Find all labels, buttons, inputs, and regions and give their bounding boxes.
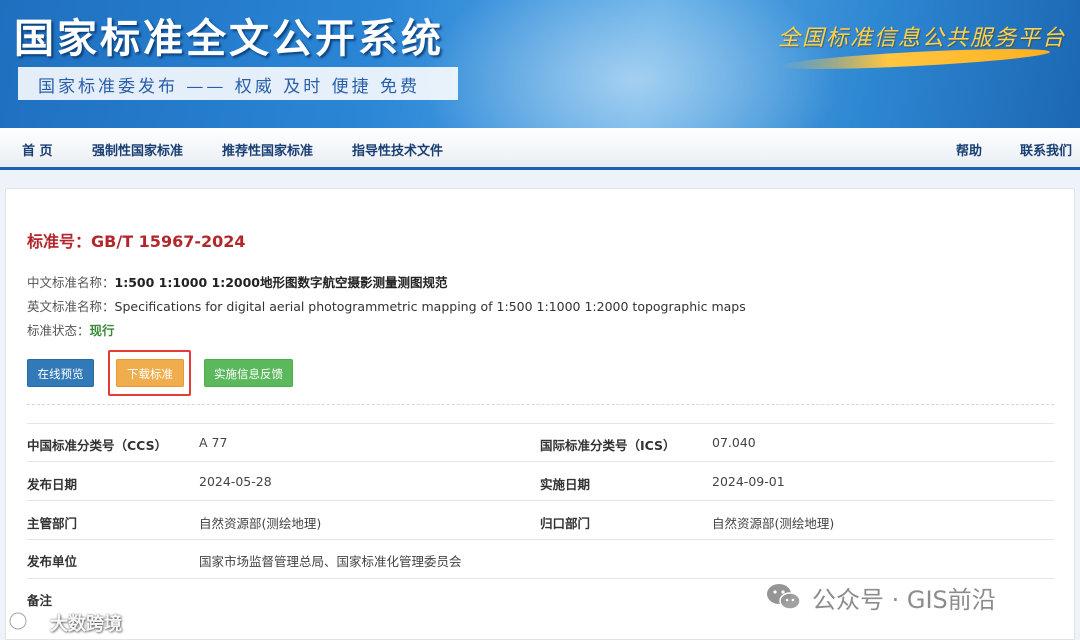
preview-online-button[interactable]: 在线预览 — [27, 359, 94, 387]
table-border — [27, 539, 1054, 540]
implement-date-label: 实施日期 — [540, 477, 591, 492]
slogan-bar: 国家标准委发布 —— 权威 及时 便捷 免费 — [18, 67, 458, 100]
competent-dept-label: 主管部门 — [27, 516, 78, 531]
responsible-dept-label: 归口部门 — [540, 516, 591, 531]
nav-home[interactable]: 首 页 — [22, 140, 53, 159]
nav-mandatory-standards[interactable]: 强制性国家标准 — [92, 140, 183, 159]
responsible-dept-value: 自然资源部(测绘地理) — [712, 516, 835, 531]
en-name-row: 英文标准名称：Specifications for digital aerial… — [27, 296, 746, 315]
issuer-label: 发布单位 — [27, 554, 78, 569]
publish-date-value: 2024-05-28 — [199, 474, 272, 489]
cn-name-label: 中文标准名称： — [27, 275, 115, 290]
en-name-label: 英文标准名称： — [27, 299, 115, 314]
platform-name: 全国标准信息公共服务平台 — [778, 26, 1067, 51]
watermark-right-text: 公众号 · GIS前沿 — [812, 586, 996, 614]
status-label: 标准状态： — [27, 323, 90, 338]
publish-date-label: 发布日期 — [27, 477, 78, 492]
nav-contact[interactable]: 联系我们 — [1020, 140, 1072, 159]
en-name-value: Specifications for digital aerial photog… — [114, 299, 746, 314]
section-divider — [27, 404, 1054, 405]
remarks-label: 备注 — [27, 593, 53, 608]
slogan-text: 国家标准委发布 —— 权威 及时 便捷 免费 — [38, 77, 421, 97]
competent-dept-value: 自然资源部(测绘地理) — [199, 516, 322, 531]
ccs-value: A 77 — [199, 435, 228, 450]
standard-number-label: 标准号： — [27, 232, 92, 251]
standard-number-heading: 标准号：GB/T 15967-2024 — [27, 228, 246, 252]
cn-name-row: 中文标准名称：1:500 1:1000 1:2000地形图数字航空摄影测量测图规… — [27, 272, 447, 291]
issuer-value: 国家市场监督管理总局、国家标准化管理委员会 — [199, 554, 462, 569]
download-standard-button[interactable]: 下载标准 — [116, 359, 184, 387]
site-title: 国家标准全文公开系统 — [14, 15, 444, 62]
table-border — [27, 461, 1054, 462]
watermark-logo-icon — [8, 611, 42, 631]
watermark-left-text: 大数跨境 — [50, 614, 122, 635]
ics-value: 07.040 — [712, 435, 756, 450]
status-value: 现行 — [89, 323, 115, 338]
status-row: 标准状态：现行 — [27, 320, 115, 339]
table-border — [27, 578, 1054, 579]
standard-detail-panel: 标准号：GB/T 15967-2024 中文标准名称：1:500 1:1000 … — [5, 188, 1075, 640]
table-border — [27, 500, 1054, 501]
implementation-feedback-button[interactable]: 实施信息反馈 — [204, 359, 293, 387]
nav-help[interactable]: 帮助 — [956, 140, 982, 159]
banner-glow — [420, 0, 840, 128]
ics-label: 国际标准分类号（ICS） — [540, 438, 676, 453]
standard-number: GB/T 15967-2024 — [91, 232, 246, 251]
nav-guidance-documents[interactable]: 指导性技术文件 — [352, 140, 443, 159]
main-nav: 首 页 强制性国家标准 推荐性国家标准 指导性技术文件 帮助 联系我们 — [0, 128, 1080, 170]
table-border — [27, 423, 1054, 424]
wechat-icon — [767, 584, 801, 610]
cn-name-value: 1:500 1:1000 1:2000地形图数字航空摄影测量测图规范 — [114, 275, 448, 290]
nav-recommended-standards[interactable]: 推荐性国家标准 — [222, 140, 313, 159]
site-banner: 国家标准全文公开系统 国家标准委发布 —— 权威 及时 便捷 免费 全国标准信息… — [0, 0, 1080, 128]
implement-date-value: 2024-09-01 — [712, 474, 785, 489]
ccs-label: 中国标准分类号（CCS） — [27, 438, 168, 453]
